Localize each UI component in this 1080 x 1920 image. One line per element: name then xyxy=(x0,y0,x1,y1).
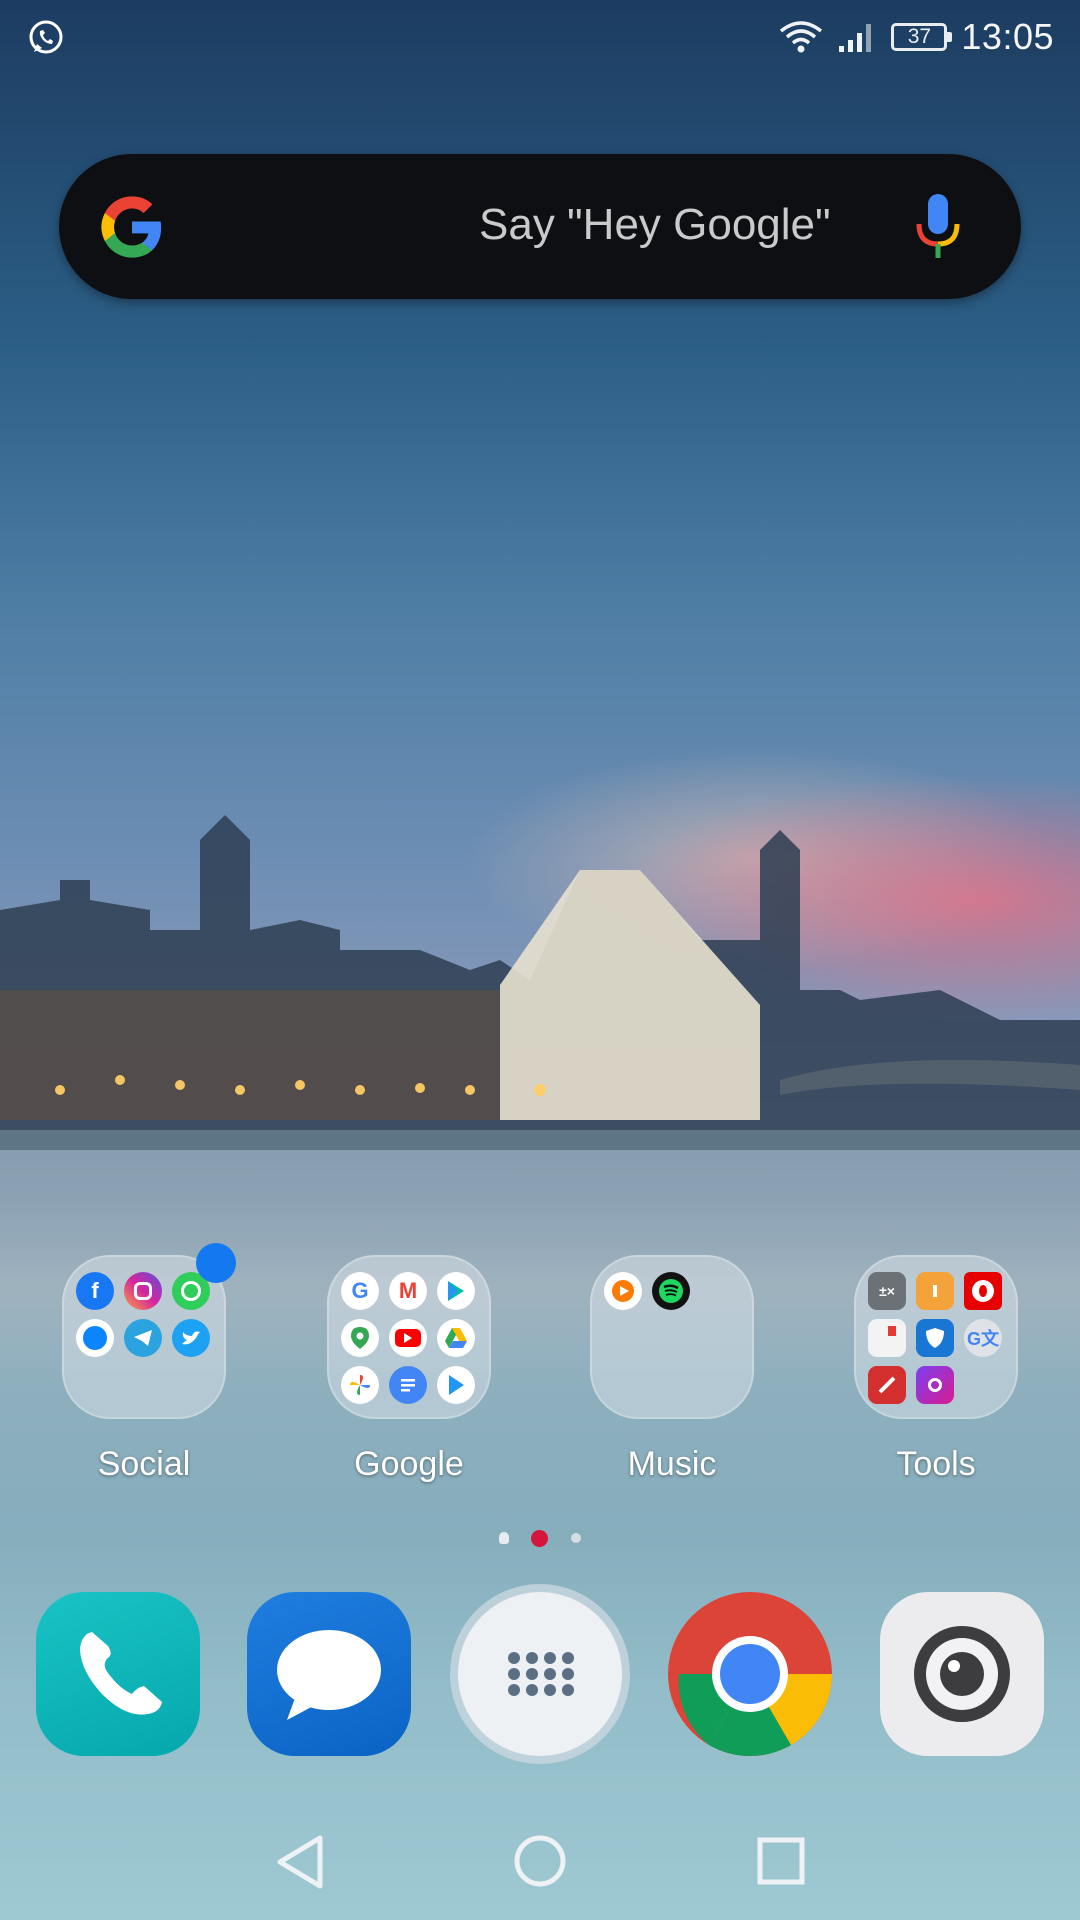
folder-label: Social xyxy=(97,1445,191,1483)
docs-icon xyxy=(389,1366,427,1404)
signal-icon xyxy=(839,24,872,52)
folder-social[interactable]: f Social xyxy=(62,1243,236,1484)
wallpaper-river xyxy=(0,1130,1080,1920)
folder-social-tile[interactable]: f xyxy=(62,1255,226,1419)
gmail-icon: M xyxy=(389,1272,427,1310)
camera-icon xyxy=(914,1626,1010,1722)
spotify-icon xyxy=(652,1272,690,1310)
drive-icon xyxy=(437,1319,475,1357)
apps-grid-icon xyxy=(508,1652,574,1696)
battery-level: 37 xyxy=(907,25,932,48)
notification-badge xyxy=(196,1243,236,1283)
wallpaper-city xyxy=(0,815,1080,1150)
folder-tools-tile[interactable]: ±× G文 xyxy=(854,1255,1018,1419)
status-bar: 37 13:05 xyxy=(0,0,1080,74)
vodafone-icon xyxy=(964,1272,1002,1310)
search-hint: Say "Hey Google" xyxy=(479,200,831,249)
play-movies-icon xyxy=(437,1366,475,1404)
folder-label: Google xyxy=(354,1445,464,1483)
telegram-icon xyxy=(124,1319,162,1357)
lastpass-icon xyxy=(868,1366,906,1404)
message-icon xyxy=(277,1630,381,1720)
folder-google-tile[interactable]: G M xyxy=(327,1255,491,1419)
recents-icon[interactable] xyxy=(756,1836,806,1886)
page-dot-current[interactable] xyxy=(531,1530,548,1547)
phone-icon xyxy=(80,1632,162,1715)
back-icon[interactable] xyxy=(274,1834,326,1890)
battery-icon: 37 xyxy=(891,23,953,51)
play-store-icon xyxy=(437,1272,475,1310)
folder-google[interactable]: G M Google xyxy=(327,1255,491,1484)
page-dot[interactable] xyxy=(571,1533,581,1543)
notes-icon xyxy=(868,1319,906,1357)
navigation-bar xyxy=(0,1820,1080,1920)
messenger-icon xyxy=(76,1319,114,1357)
instagram-icon xyxy=(124,1272,162,1310)
files-icon xyxy=(916,1272,954,1310)
camera-app[interactable] xyxy=(880,1592,1044,1756)
wifi-icon xyxy=(780,21,823,53)
chrome-app[interactable] xyxy=(668,1592,832,1756)
facebook-icon: f xyxy=(76,1272,114,1310)
translate-icon: G文 xyxy=(964,1319,1002,1357)
google-search-bar[interactable]: Say "Hey Google" xyxy=(59,154,1021,299)
folder-music[interactable]: Music xyxy=(590,1255,754,1484)
twitter-icon xyxy=(172,1319,210,1357)
home-icon[interactable] xyxy=(513,1834,567,1888)
play-music-icon xyxy=(604,1272,642,1310)
google-g-icon[interactable] xyxy=(97,192,167,262)
maps-icon xyxy=(341,1319,379,1357)
messages-app[interactable] xyxy=(247,1592,411,1756)
picsart-icon xyxy=(916,1366,954,1404)
photos-icon xyxy=(341,1366,379,1404)
phone-app[interactable] xyxy=(36,1592,200,1756)
whatsapp-notification-icon xyxy=(29,20,63,54)
mic-icon[interactable] xyxy=(913,192,963,262)
google-app-icon: G xyxy=(341,1272,379,1310)
chrome-icon xyxy=(668,1592,832,1756)
folder-label: Music xyxy=(627,1445,717,1483)
app-drawer-button[interactable] xyxy=(458,1592,622,1756)
security-icon xyxy=(916,1319,954,1357)
folder-music-tile[interactable] xyxy=(590,1255,754,1419)
clock: 13:05 xyxy=(961,16,1054,57)
page-dot-minus1[interactable] xyxy=(499,1532,509,1544)
folder-tools[interactable]: ±× G文 Tools xyxy=(854,1255,1018,1484)
page-indicator xyxy=(0,1530,1080,1550)
youtube-icon xyxy=(389,1319,427,1357)
folder-label: Tools xyxy=(896,1445,976,1483)
calculator-icon: ±× xyxy=(868,1272,906,1310)
